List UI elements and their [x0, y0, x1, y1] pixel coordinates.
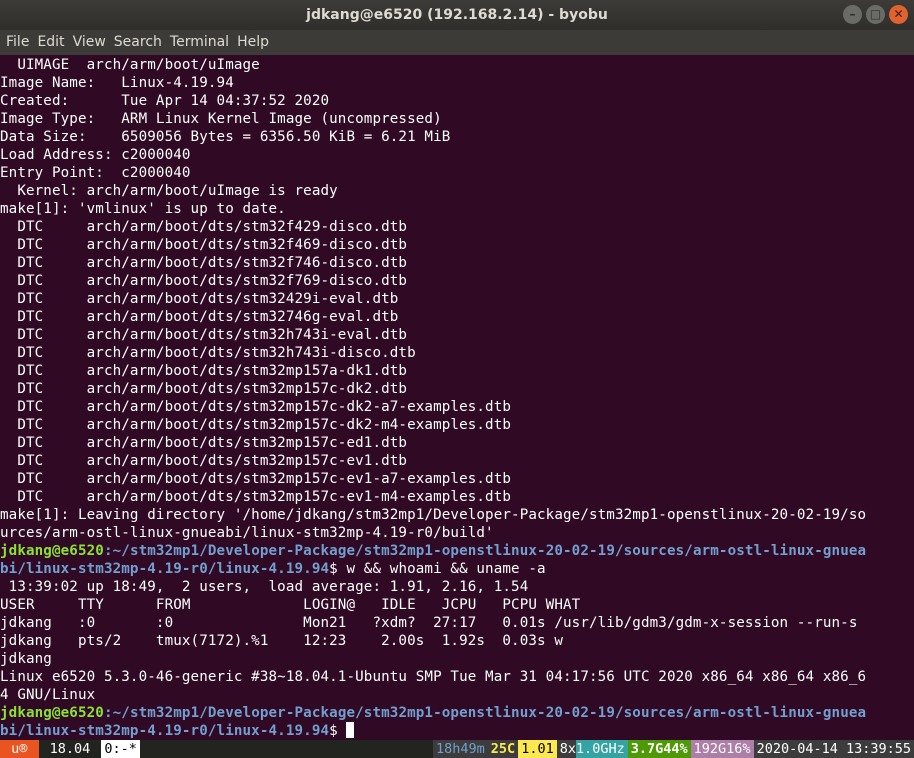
menu-search[interactable]: Search	[110, 30, 166, 55]
terminal-window: jdkang@e6520 (192.168.2.14) - byobu – □ …	[0, 0, 914, 758]
terminal-line: urces/arm-ostl-linux-gnueabi/linux-stm32…	[0, 525, 494, 541]
terminal-line: 13:39:02 up 18:49, 2 users, load average…	[0, 579, 529, 595]
disk-usage: 192G16%	[690, 740, 754, 758]
menu-edit[interactable]: Edit	[33, 30, 68, 55]
terminal-line: 4 GNU/Linux	[0, 687, 96, 703]
terminal-line: jdkang :0 :0 Mon21 ?xdm? 27:17 0.01s /us…	[0, 615, 858, 631]
prompt-line: jdkang@e6520:~/stm32mp1/Developer-Packag…	[0, 542, 914, 560]
menu-file[interactable]: File	[2, 30, 33, 55]
terminal-line: Kernel: arch/arm/boot/uImage is ready	[0, 183, 338, 199]
menu-bar: File Edit View Search Terminal Help	[0, 30, 914, 55]
prompt-user: jdkang@e6520	[0, 543, 104, 559]
prompt-symbol: $	[329, 561, 338, 577]
terminal-line: DTC arch/arm/boot/dts/stm32mp157c-ev1-m4…	[0, 489, 512, 505]
terminal-line: DTC arch/arm/boot/dts/stm32mp157c-dk2.dt…	[0, 381, 408, 397]
terminal-line: Entry Point: c2000040	[0, 165, 191, 181]
terminal-line: make[1]: Leaving directory '/home/jdkang…	[0, 507, 867, 523]
terminal-output[interactable]: UIMAGE arch/arm/boot/uImage Image Name: …	[0, 56, 914, 740]
prompt-path: :~/stm32mp1/Developer-Package/stm32mp1-o…	[103, 543, 867, 559]
terminal-line: DTC arch/arm/boot/dts/stm32h743i-disco.d…	[0, 345, 416, 361]
terminal-line: DTC arch/arm/boot/dts/stm32429i-eval.dtb	[0, 291, 399, 307]
memory-usage: 3.7G44%	[627, 740, 691, 758]
os-version: 18.04	[41, 741, 99, 757]
text-cursor	[346, 722, 355, 738]
terminal-line: Linux e6520 5.3.0-46-generic #38~18.04.1…	[0, 669, 867, 685]
terminal-line: DTC arch/arm/boot/dts/stm32mp157a-dk1.dt…	[0, 363, 408, 379]
prompt-line: bi/linux-stm32mp-4.19-r0/linux-4.19.94$ …	[0, 560, 914, 578]
load-average: 1.01	[518, 740, 557, 758]
status-spacer	[140, 740, 433, 758]
menu-view[interactable]: View	[69, 30, 110, 55]
terminal-line: UIMAGE arch/arm/boot/uImage	[0, 57, 260, 73]
terminal-line: DTC arch/arm/boot/dts/stm32746g-eval.dtb	[0, 309, 399, 325]
cpu-frequency: 1.0GHz	[575, 740, 628, 758]
terminal-line: Load Address: c2000040	[0, 147, 191, 163]
window-tab-active[interactable]: 0:-*	[101, 740, 140, 758]
prompt-line: bi/linux-stm32mp-4.19-r0/linux-4.19.94$	[0, 722, 914, 740]
terminal-line: make[1]: 'vmlinux' is up to date.	[0, 201, 286, 217]
terminal-line: DTC arch/arm/boot/dts/stm32f429-disco.dt…	[0, 219, 408, 235]
terminal-line: USER TTY FROM LOGIN@ IDLE JCPU PCPU WHAT	[0, 597, 581, 613]
prompt-symbol: $	[329, 723, 347, 739]
maximize-button[interactable]: □	[866, 5, 885, 24]
terminal-line: DTC arch/arm/boot/dts/stm32f469-disco.dt…	[0, 237, 408, 253]
cpu-count: 8x	[556, 740, 576, 758]
terminal-line: DTC arch/arm/boot/dts/stm32h743i-eval.dt…	[0, 327, 408, 343]
prompt-line: jdkang@e6520:~/stm32mp1/Developer-Packag…	[0, 704, 914, 722]
prompt-path: bi/linux-stm32mp-4.19-r0/linux-4.19.94	[0, 723, 330, 739]
window-title: jdkang@e6520 (192.168.2.14) - byobu	[306, 7, 608, 23]
prompt-path: :~/stm32mp1/Developer-Package/stm32mp1-o…	[103, 705, 867, 721]
temperature: 25C	[487, 740, 519, 758]
title-bar[interactable]: jdkang@e6520 (192.168.2.14) - byobu – □ …	[0, 0, 914, 30]
terminal-line: Image Type: ARM Linux Kernel Image (unco…	[0, 111, 442, 127]
prompt-user: jdkang@e6520	[0, 705, 104, 721]
terminal-line: jdkang pts/2 tmux(7172).%1 12:23 2.00s 1…	[0, 633, 564, 649]
terminal-line: DTC arch/arm/boot/dts/stm32f769-disco.dt…	[0, 273, 408, 289]
terminal-line: Image Name: Linux-4.19.94	[0, 75, 234, 91]
terminal-line: Created: Tue Apr 14 04:37:52 2020	[0, 93, 330, 109]
terminal-line: DTC arch/arm/boot/dts/stm32mp157c-dk2-a7…	[0, 399, 512, 415]
ubuntu-logo-icon: u®	[0, 740, 39, 758]
menu-terminal[interactable]: Terminal	[166, 30, 233, 55]
minimize-button[interactable]: –	[843, 5, 862, 24]
date-time: 2020-04-14 13:39:55	[753, 740, 914, 758]
byobu-status-bar: u® 18.04 0:-* 18h49m 25C 1.01 8x 1.0GHz …	[0, 740, 914, 758]
menu-help[interactable]: Help	[233, 30, 273, 55]
prompt-path: bi/linux-stm32mp-4.19-r0/linux-4.19.94	[0, 561, 330, 577]
command-text: w && whoami && uname -a	[337, 561, 546, 577]
terminal-line: DTC arch/arm/boot/dts/stm32mp157c-ev1.dt…	[0, 453, 408, 469]
terminal-line: DTC arch/arm/boot/dts/stm32f746-disco.dt…	[0, 255, 408, 271]
terminal-line: DTC arch/arm/boot/dts/stm32mp157c-ev1-a7…	[0, 471, 512, 487]
terminal-line: DTC arch/arm/boot/dts/stm32mp157c-dk2-m4…	[0, 417, 512, 433]
terminal-line: DTC arch/arm/boot/dts/stm32mp157c-ed1.dt…	[0, 435, 408, 451]
uptime: 18h49m	[433, 740, 488, 758]
terminal-line: jdkang	[0, 651, 52, 667]
close-button[interactable]: ✕	[889, 5, 908, 24]
terminal-line: Data Size: 6509056 Bytes = 6356.50 KiB =…	[0, 129, 451, 145]
